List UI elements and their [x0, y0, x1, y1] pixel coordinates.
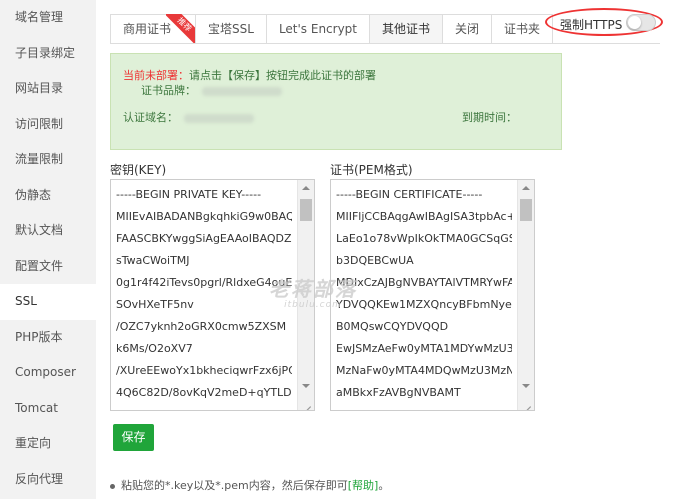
code-line: aMBkxFzAVBgNVBAMT [336, 386, 461, 399]
sidebar-item[interactable]: 默认文档 [0, 213, 96, 249]
save-button[interactable]: 保存 [113, 424, 154, 451]
sidebar-item[interactable]: 子目录绑定 [0, 36, 96, 72]
tab[interactable]: 商用证书 推荐 [110, 14, 197, 44]
ssl-tabs: 商用证书 推荐 宝塔SSL Let's Encrypt 其他证书 关闭 证书夹 [110, 14, 554, 44]
cert-label: 证书(PEM格式) [330, 163, 413, 177]
code-line: k6Ms/O2oXV7 [116, 342, 193, 355]
code-line: 4Q6C82D/8ovKqV2meD+qYTLD [116, 386, 292, 399]
sidebar-item[interactable]: 访问限制 [0, 107, 96, 143]
code-line: MzNaFw0yMTA4MDQwMzU3MzN [336, 364, 512, 377]
toggle-knob [628, 16, 641, 29]
sidebar-item[interactable]: SSL [0, 284, 96, 320]
tab[interactable]: 证书夹 [491, 14, 554, 44]
code-line: /XUreEEwoYx1bkheciqwrFzx6jPQB [116, 364, 292, 377]
scroll-thumb[interactable] [300, 199, 312, 221]
tabs-divider [110, 43, 660, 44]
help-link[interactable]: [帮助] [348, 479, 379, 492]
code-line: B0MQswCQYDVQQD [336, 320, 449, 333]
scroll-down-icon[interactable] [518, 378, 534, 394]
watermark-text: 老蒋部落 [269, 277, 357, 301]
domain-label: 认证域名： [123, 111, 178, 124]
sidebar-item[interactable]: 网站目录 [0, 71, 96, 107]
code-line: EwJSMzAeFw0yMTA1MDYwMzU3 [336, 342, 512, 355]
tab-label: 其他证书 [382, 22, 431, 36]
force-https-label: 强制HTTPS [560, 18, 623, 32]
code-line: /OZC7yknh2oGRX0cmw5ZXSM [116, 320, 287, 333]
sidebar-item[interactable]: Composer [0, 355, 96, 391]
brand-label: 证书品牌： [141, 84, 196, 97]
sidebar-item[interactable]: 重定向 [0, 426, 96, 462]
sidebar-item[interactable]: Tomcat [0, 391, 96, 427]
code-line: MIIEvAIBADANBgkqhkiG9w0BAQE [116, 210, 292, 223]
scroll-down-icon[interactable] [298, 378, 314, 394]
sidebar-item[interactable]: 反向代理 [0, 462, 96, 498]
deploy-status-box: 当前未部署：请点击【保存】按钮完成此证书的部署 证书品牌： 认证域名： 到期时间… [110, 53, 562, 150]
code-line: sTwaCWoiTMJ [116, 254, 190, 267]
cert-scrollbar[interactable] [517, 180, 534, 410]
watermark-logo: 老蒋部落 itbulu.com [258, 278, 368, 310]
scroll-up-icon[interactable] [518, 180, 534, 196]
cert-expire: 到期时间： [462, 109, 517, 125]
code-line: 0UEUg+SCRCgfUw3ng0X02VeY6g [116, 404, 292, 410]
scroll-up-icon[interactable] [298, 180, 314, 196]
sidebar-item[interactable]: 伪静态 [0, 178, 96, 214]
tip-suffix: 。 [378, 479, 390, 492]
code-line: b3DQEBCwUA [336, 254, 414, 267]
scroll-thumb[interactable] [520, 199, 532, 221]
key-label: 密钥(KEY) [110, 163, 167, 177]
code-line: -----BEGIN CERTIFICATE----- [336, 188, 483, 201]
force-https-toggle[interactable] [626, 14, 656, 31]
sidebar-item[interactable]: 配置文件 [0, 249, 96, 285]
tab-label: 证书夹 [504, 22, 541, 36]
tip-text: 粘贴您的*.key以及*.pem内容，然后保存即可 [121, 479, 348, 492]
tab[interactable]: Let's Encrypt [265, 14, 370, 44]
recommend-badge: 推荐 [166, 14, 197, 44]
cert-domain: 认证域名： [123, 109, 254, 125]
warning-text: 请点击【保存】按钮完成此证书的部署 [189, 69, 376, 82]
site-settings-sidebar: 域名管理 子目录绑定 网站目录 访问限制 流量限制 伪静态 默认文档 配置文件 SSL PHP版本… [0, 0, 96, 499]
tab-label: Let's Encrypt [278, 22, 358, 36]
tab[interactable]: 其他证书 [369, 14, 443, 44]
code-line: FAASCBKYwggSiAgEAAoIBAQDZ6 [116, 232, 292, 245]
resize-handle-icon[interactable] [299, 395, 313, 409]
badge-text: 推荐 [166, 14, 197, 44]
tab[interactable]: 宝塔SSL [195, 14, 266, 44]
sidebar-item[interactable]: PHP版本 [0, 320, 96, 356]
tab-label: 商用证书 [123, 22, 172, 36]
watermark-url: itbulu.com [284, 300, 342, 310]
deploy-warning: 当前未部署：请点击【保存】按钮完成此证书的部署 [123, 67, 376, 83]
help-tip: 粘贴您的*.key以及*.pem内容，然后保存即可[帮助]。 [110, 477, 389, 493]
bullet-icon [110, 483, 115, 489]
redacted-brand [202, 86, 282, 96]
code-line: LaEo1o78vWpIkOkTMA0GCSqGSI [336, 232, 512, 245]
sidebar-item[interactable]: 域名管理 [0, 0, 96, 36]
sidebar-item[interactable]: 流量限制 [0, 142, 96, 178]
warning-label: 当前未部署： [123, 69, 189, 82]
code-line: MIIFljCCBAqgAwIBAgISA3tpbAc+ [336, 210, 512, 223]
expire-label: 到期时间： [462, 111, 517, 124]
tab-label: 宝塔SSL [208, 22, 254, 36]
redacted-domain [184, 113, 254, 123]
tab[interactable]: 关闭 [442, 14, 492, 44]
code-line: DmJ0Lmxhb2J1bHVvLmNuMIIBIjA [336, 404, 512, 410]
resize-handle-icon[interactable] [519, 395, 533, 409]
code-line: -----BEGIN PRIVATE KEY----- [116, 188, 262, 201]
cert-brand: 证书品牌： [141, 82, 282, 98]
tab-label: 关闭 [455, 22, 480, 36]
